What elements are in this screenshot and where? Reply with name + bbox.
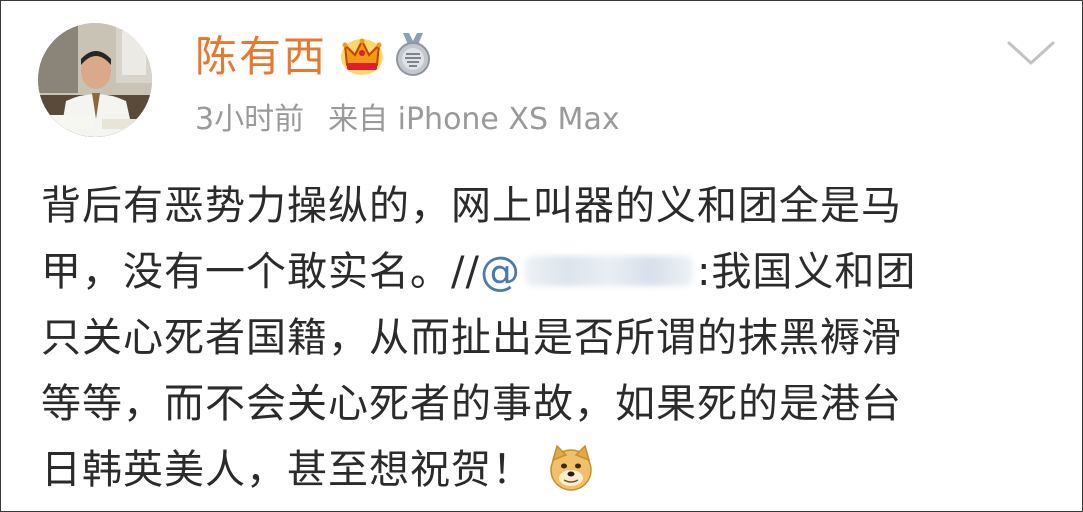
- blurred-username: [524, 256, 693, 286]
- chevron-down-icon[interactable]: [1005, 37, 1057, 69]
- post-meta: 3小时前 来自 iPhone XS Max: [195, 99, 620, 141]
- mention-link[interactable]: @: [480, 249, 521, 295]
- post-text-segment: 甲，没有一个敢实名。//: [41, 249, 480, 295]
- medal-badge-icon[interactable]: [393, 31, 433, 77]
- doge-emoji-icon: [550, 444, 592, 491]
- post-text: 背后有恶势力操纵的，网上叫器的义和团全是马 甲，没有一个敢实名。//@ :我国义和…: [41, 173, 1056, 503]
- post-text-segment: :我国义和团: [696, 249, 917, 295]
- post-text-line: 等等，而不会关心死者的事故，如果死的是港台: [41, 381, 902, 427]
- weibo-post-card: 陈有西 3小时前 来自 iPhone XS Max 背后有恶势力操纵的，网上叫器的…: [0, 0, 1083, 512]
- post-source[interactable]: 来自 iPhone XS Max: [328, 102, 620, 137]
- post-text-line: 只关心死者国籍，从而扯出是否所谓的抹黑褥滑: [41, 315, 902, 361]
- crown-badge-icon[interactable]: [339, 33, 385, 77]
- post-text-line: 日韩英美人，甚至想祝贺！: [41, 437, 1056, 503]
- post-text-line: 甲，没有一个敢实名。//@ :我国义和团: [41, 239, 1056, 305]
- author-name[interactable]: 陈有西: [195, 29, 327, 85]
- post-text-line: 背后有恶势力操纵的，网上叫器的义和团全是马: [41, 183, 902, 229]
- post-text-segment: 日韩英美人，甚至想祝贺！: [41, 447, 533, 493]
- post-time: 3小时前: [195, 102, 305, 137]
- author-avatar[interactable]: [38, 23, 152, 137]
- avatar-photo: [38, 23, 152, 137]
